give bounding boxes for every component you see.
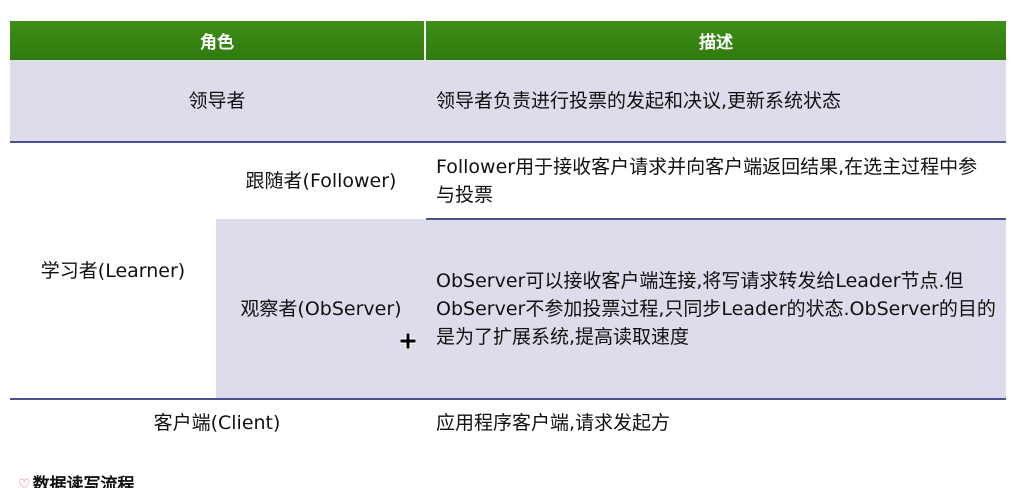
section-heading-text: 数据读写流程 bbox=[32, 475, 135, 488]
move-cursor-icon bbox=[400, 333, 416, 349]
follower-description: Follower用于接收客户请求并向客户端返回结果,在选主过程中参与投票 bbox=[436, 155, 978, 206]
leader-description: 领导者负责进行投票的发起和决议,更新系统状态 bbox=[436, 89, 842, 112]
client-description: 应用程序客户端,请求发起方 bbox=[436, 411, 671, 434]
header-description: 描述 bbox=[426, 21, 1006, 60]
client-role: 客户端(Client) bbox=[153, 411, 281, 434]
heart-icon: ♡ bbox=[18, 477, 31, 488]
follower-role: 跟随者(Follower) bbox=[245, 169, 397, 192]
header-role: 角色 bbox=[10, 21, 424, 60]
observer-role: 观察者(ObServer) bbox=[240, 298, 402, 320]
roles-table: 角色 描述 领导者 领导者负责进行投票的发起和决议,更新系统状态 学习者(Lea… bbox=[10, 21, 1006, 445]
learner-group: 学习者(Learner) bbox=[40, 259, 186, 282]
leader-role: 领导者 bbox=[188, 89, 246, 112]
observer-description: ObServer可以接收客户端连接,将写请求转发给Leader节点.但ObSer… bbox=[436, 270, 996, 348]
section-heading: ♡ 数据读写流程 bbox=[18, 474, 135, 488]
